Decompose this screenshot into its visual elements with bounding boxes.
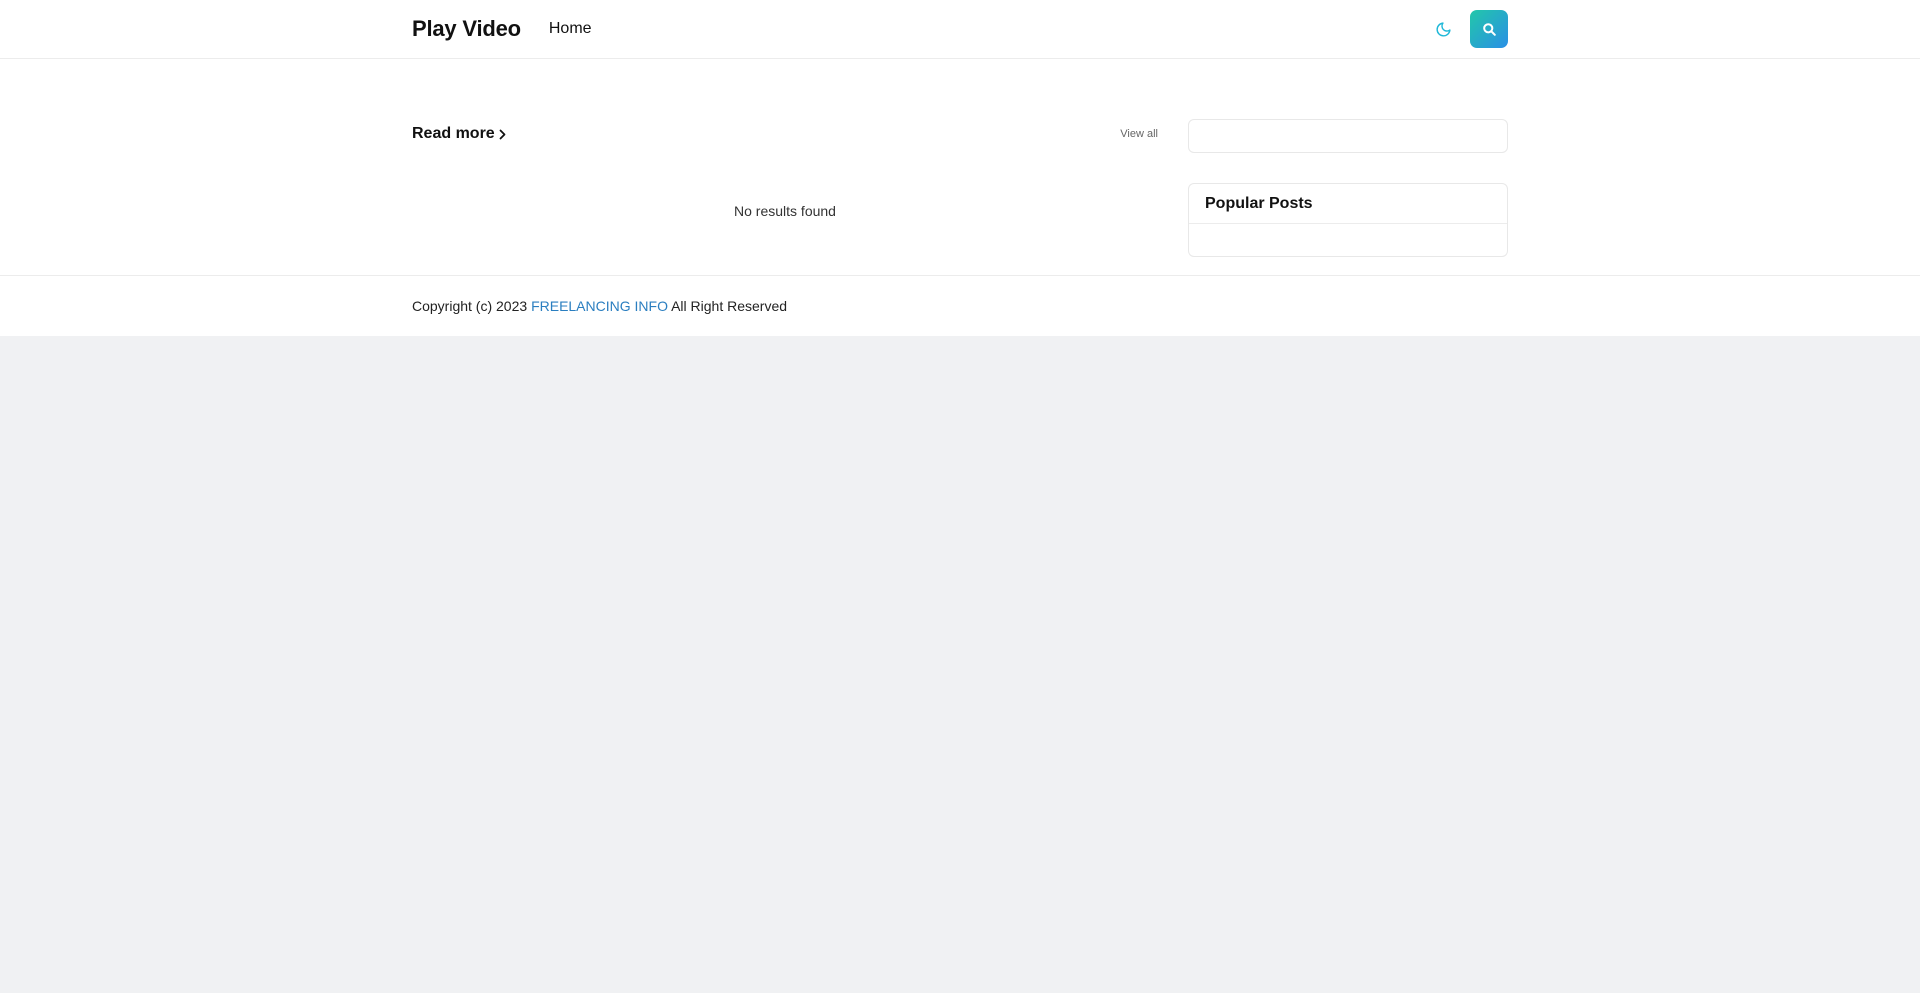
site-title[interactable]: Play Video	[412, 16, 521, 42]
section-header: Read more View all	[412, 119, 1158, 149]
header-actions	[1432, 10, 1508, 48]
chevron-right-icon	[498, 129, 507, 140]
header-container: Play Video Home	[412, 0, 1508, 58]
main-area: Read more View all No results found Popu…	[0, 59, 1920, 275]
read-more-link[interactable]: Read more	[412, 125, 507, 143]
footer-container: Copyright (c) 2023 FREELANCING INFO All …	[412, 276, 1508, 336]
search-icon	[1482, 22, 1497, 37]
view-all-link[interactable]: View all	[1120, 128, 1158, 140]
site-footer: Copyright (c) 2023 FREELANCING INFO All …	[0, 275, 1920, 336]
footer-site-link[interactable]: FREELANCING INFO	[531, 298, 668, 314]
sidebar: Popular Posts	[1188, 119, 1508, 257]
widget-title: Popular Posts	[1189, 184, 1507, 224]
site-header: Play Video Home	[0, 0, 1920, 59]
popular-posts-widget: Popular Posts	[1188, 183, 1508, 257]
sidebar-search-box[interactable]	[1188, 119, 1508, 153]
rights-text: All Right Reserved	[671, 298, 788, 314]
moon-icon[interactable]	[1432, 18, 1454, 40]
nav-item-home[interactable]: Home	[549, 20, 592, 38]
page: Play Video Home Read more View all No re…	[0, 0, 1920, 336]
content-section: Read more View all No results found	[412, 119, 1158, 257]
copyright-text: Copyright (c) 2023	[412, 298, 528, 314]
empty-message: No results found	[734, 203, 836, 219]
main-container: Read more View all No results found Popu…	[412, 119, 1508, 257]
section-title: Read more	[412, 125, 495, 142]
search-button[interactable]	[1470, 10, 1508, 48]
